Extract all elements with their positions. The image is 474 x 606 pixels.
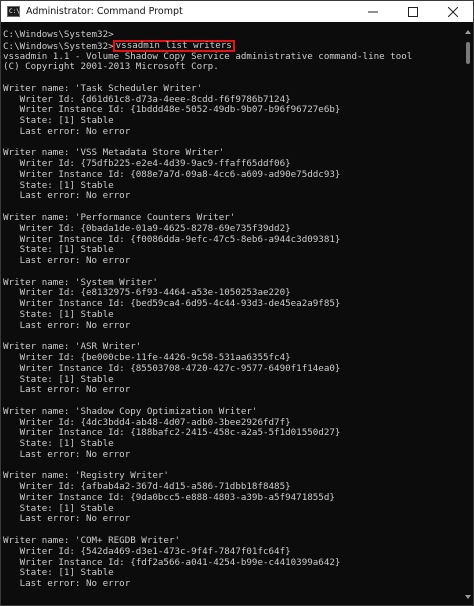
header-line: (C) Copyright 2001-2013 Microsoft Corp. xyxy=(3,61,219,73)
writer-entry: Writer name: 'COM+ REGDB Writer' Writer … xyxy=(3,535,459,601)
minimize-icon xyxy=(368,11,378,12)
writer-entry: Writer name: 'Task Scheduler Writer' Wri… xyxy=(3,82,459,149)
writer-entry: Writer name: 'Registry Writer' Writer Id… xyxy=(3,471,459,536)
writer-error-line: Last error: No error xyxy=(3,513,131,525)
writer-instance-line: Writer Instance Id: {85503708-4720-427c-… xyxy=(3,362,341,374)
scroll-up-icon[interactable] xyxy=(465,30,471,34)
command-highlight: vssadmin list writers xyxy=(112,39,235,52)
minimize-button[interactable] xyxy=(353,1,393,22)
writer-name-line: Writer name: 'Shadow Copy Optimization W… xyxy=(3,405,258,417)
command-prompt-window: C:\ Administrator: Command Prompt C:\Win… xyxy=(0,0,474,606)
writer-entry: Writer name: 'System Writer' Writer Id: … xyxy=(3,277,459,343)
writer-entry: Writer name: 'VSS Metadata Store Writer'… xyxy=(3,148,459,213)
window-title: Administrator: Command Prompt xyxy=(26,6,183,17)
title-bar[interactable]: C:\ Administrator: Command Prompt xyxy=(1,1,473,22)
writer-error-line: Last error: No error xyxy=(3,190,131,202)
writer-id-line: Writer Id: {0bada1de-01a9-4625-8278-69e7… xyxy=(3,222,291,234)
window-controls xyxy=(353,1,473,22)
writer-entry: Writer name: 'ASR Writer' Writer Id: {be… xyxy=(3,341,459,407)
scroll-thumb[interactable] xyxy=(466,42,470,64)
close-button[interactable] xyxy=(433,1,473,22)
writer-entry: Writer name: 'Shadow Copy Optimization W… xyxy=(3,405,459,472)
scroll-down-icon[interactable] xyxy=(465,595,471,599)
writer-id-line: Writer Id: {542da469-d3e1-473c-9f4f-7847… xyxy=(3,545,291,557)
writer-error-line: Last error: No error xyxy=(3,319,131,331)
maximize-icon xyxy=(408,6,418,17)
writer-name-line: Writer name: 'Task Scheduler Writer' xyxy=(3,82,203,94)
cmd-icon: C:\ xyxy=(7,6,20,17)
writer-entry: Writer name: 'Performance Counters Write… xyxy=(3,212,459,278)
writer-error-line: Last error: No error xyxy=(3,125,131,137)
close-icon xyxy=(448,6,458,17)
writer-error-line: Last error: No error xyxy=(3,578,131,590)
writer-error-line: Last error: No error xyxy=(3,448,131,460)
vertical-scrollbar[interactable] xyxy=(464,30,472,599)
writer-error-line: Last error: No error xyxy=(3,255,131,267)
command-line: C:\Windows\System32> vssadmin list writer… xyxy=(3,39,459,52)
writers-list: Writer name: 'Task Scheduler Writer' Wri… xyxy=(3,82,459,601)
maximize-button[interactable] xyxy=(393,1,433,22)
writer-error-line: Last error: No error xyxy=(3,384,131,396)
console-output[interactable]: C:\Windows\System32> C:\Windows\System32… xyxy=(3,29,459,605)
